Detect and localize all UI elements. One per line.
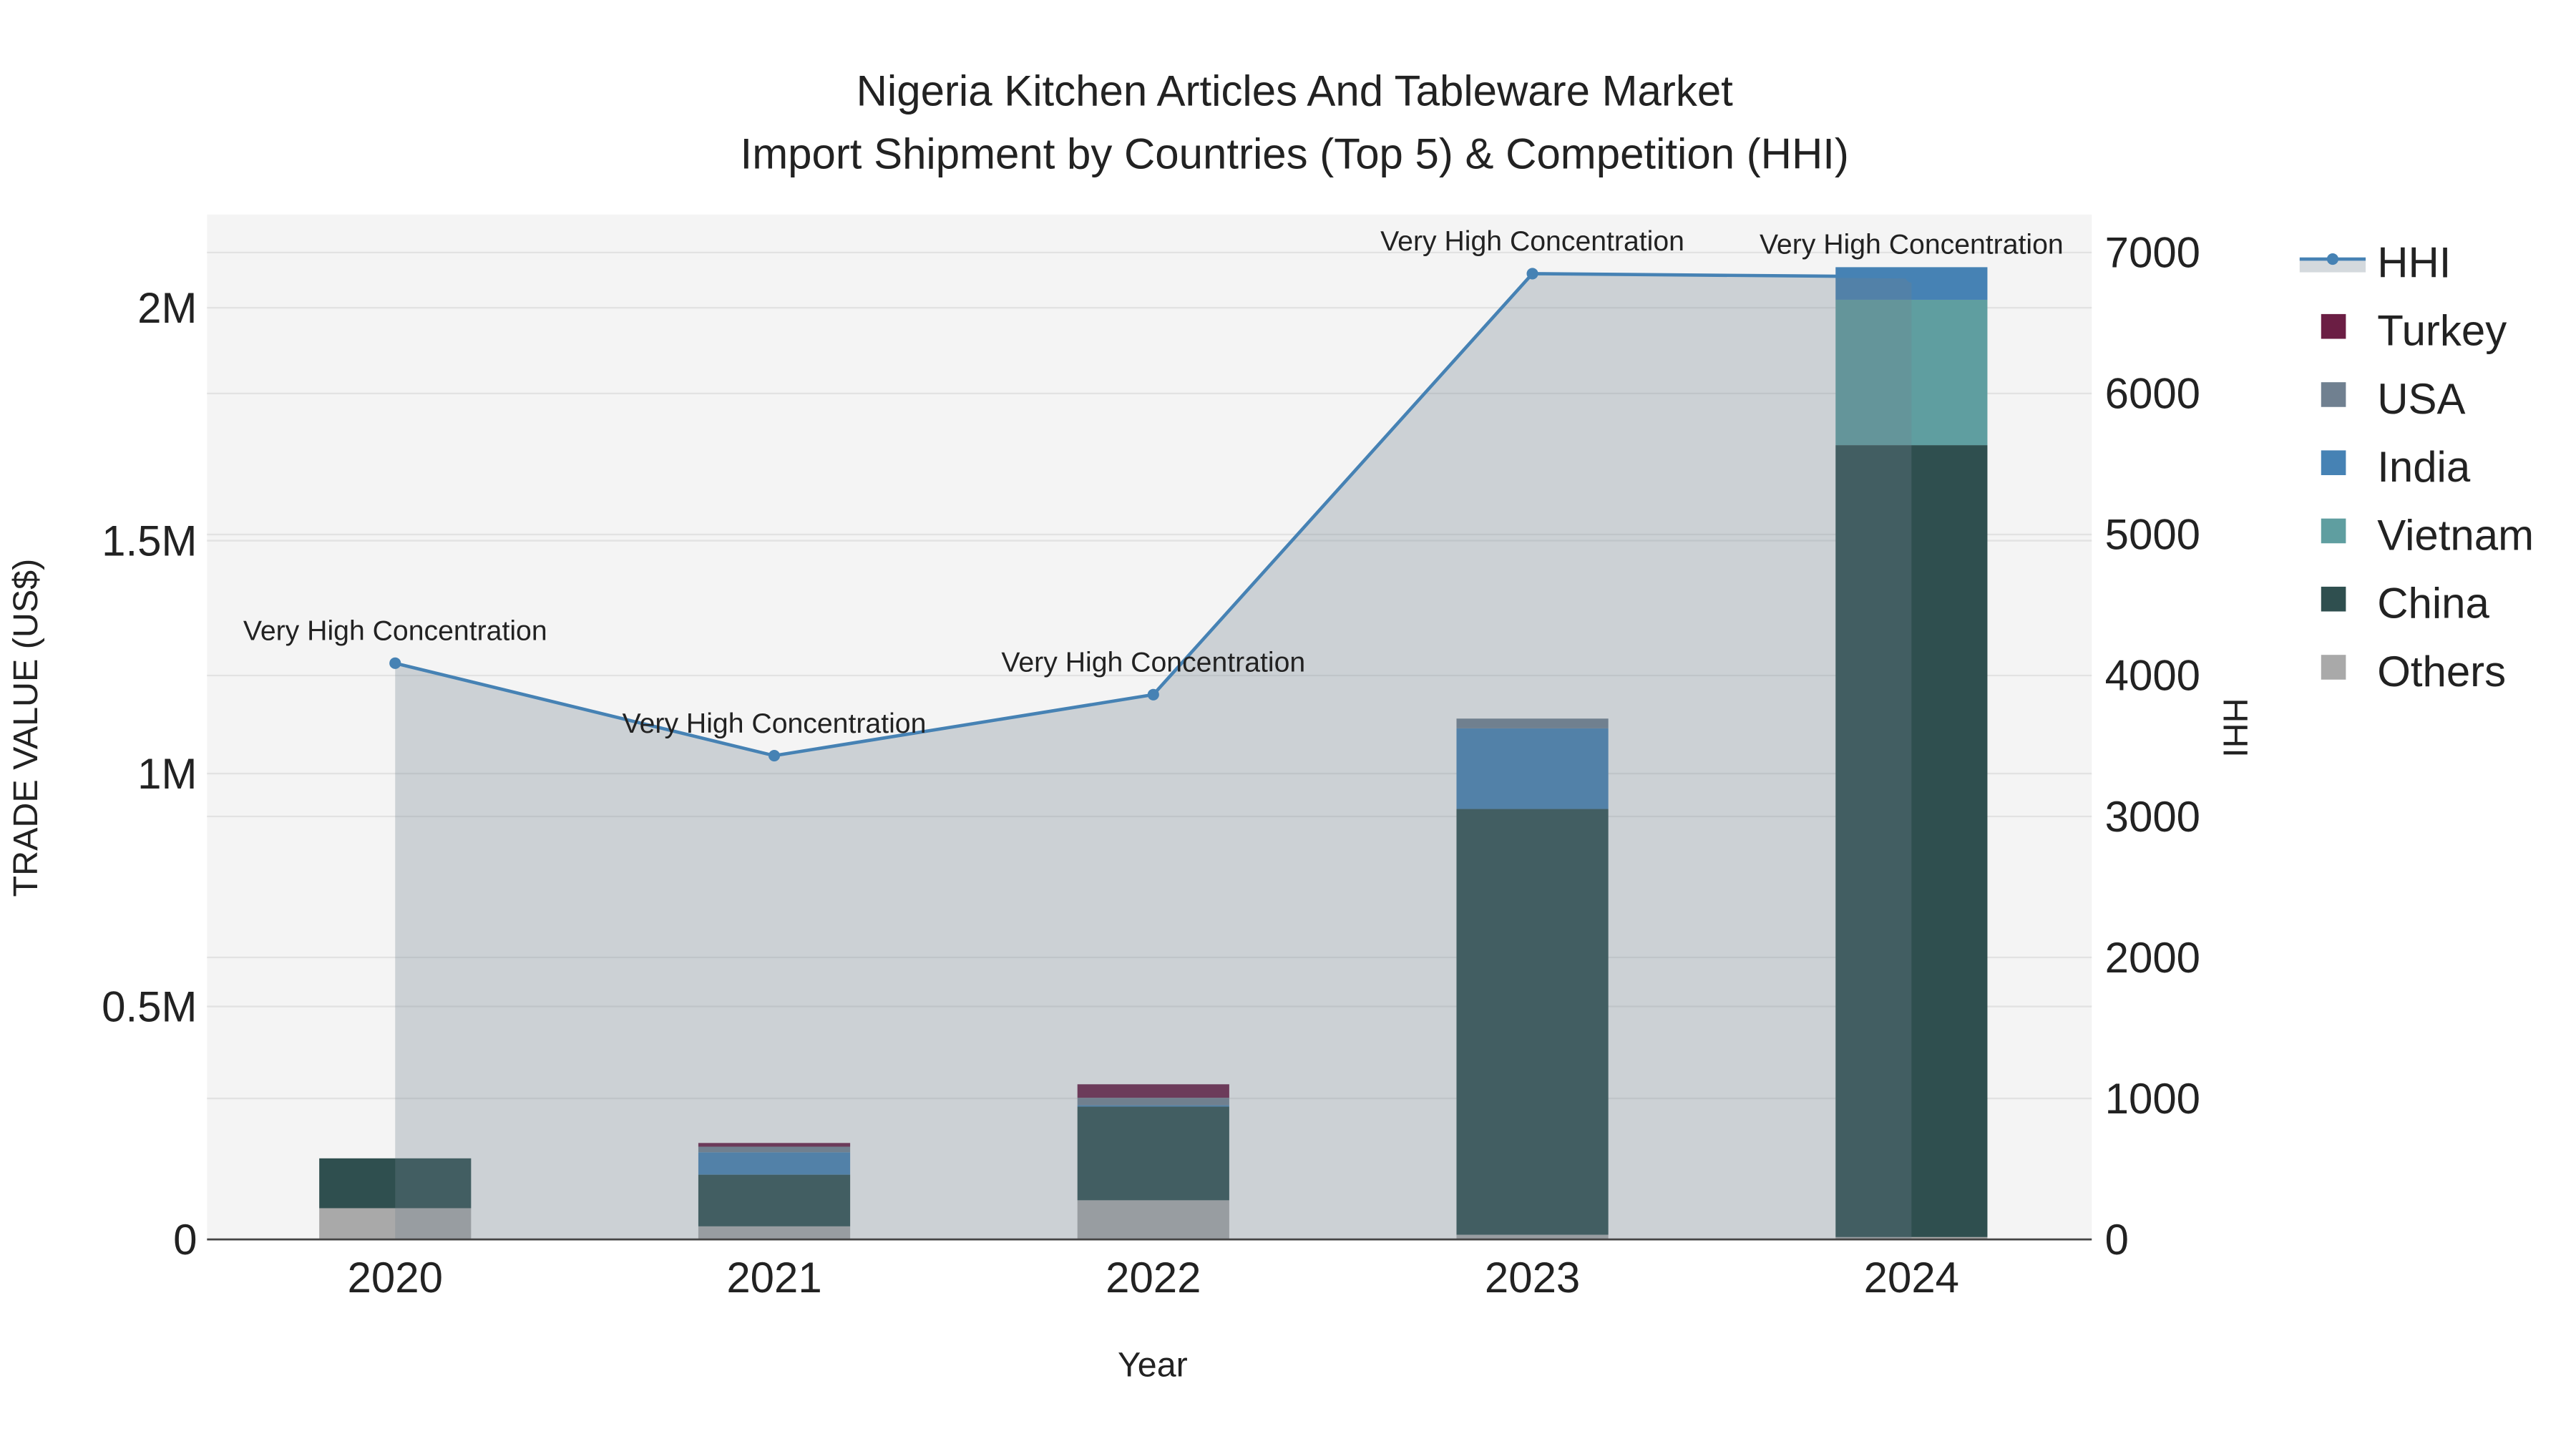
legend-swatch-others xyxy=(2321,655,2346,680)
hhi-annotation: Very High Concentration xyxy=(1001,647,1305,678)
legend-hhi-marker xyxy=(2326,253,2339,265)
y2-tick-label: 6000 xyxy=(2105,370,2200,418)
x-tick-label: 2024 xyxy=(1864,1254,1959,1302)
hhi-annotation: Very High Concentration xyxy=(623,708,927,739)
legend-item-india: India xyxy=(2321,443,2471,491)
legend-label: USA xyxy=(2377,375,2465,423)
y2-tick-label: 7000 xyxy=(2105,229,2200,277)
hhi-point-2021 xyxy=(768,750,781,762)
hhi-point-2023 xyxy=(1526,268,1538,280)
legend-label: Turkey xyxy=(2377,307,2507,355)
y2-tick-label: 3000 xyxy=(2105,793,2200,841)
y-tick-label: 2M xyxy=(137,284,197,332)
hhi-annotation: Very High Concentration xyxy=(243,616,547,647)
x-tick-label: 2022 xyxy=(1106,1254,1201,1302)
chart-title-line2: Import Shipment by Countries (Top 5) & C… xyxy=(741,130,1849,177)
legend-label: China xyxy=(2377,580,2489,628)
hhi-point-2020 xyxy=(389,657,401,669)
y2-tick-label: 4000 xyxy=(2105,652,2200,700)
y-tick-label: 1.5M xyxy=(102,517,197,565)
legend-label: Vietnam xyxy=(2377,511,2534,559)
y2-tick-label: 5000 xyxy=(2105,511,2200,559)
legend-label: Others xyxy=(2377,648,2506,696)
y-tick-label: 1M xyxy=(137,750,197,798)
hhi-annotation: Very High Concentration xyxy=(1380,226,1684,257)
y-tick-label: 0 xyxy=(173,1216,197,1264)
legend-item-vietnam: Vietnam xyxy=(2321,511,2534,559)
x-tick-label: 2021 xyxy=(726,1254,821,1302)
y-axis-label: TRADE VALUE (US$) xyxy=(6,559,45,897)
legend-swatch-india xyxy=(2321,450,2346,476)
hhi-point-2024 xyxy=(1906,270,1918,283)
hhi-point-2022 xyxy=(1147,688,1159,701)
y2-tick-label: 1000 xyxy=(2105,1075,2200,1123)
legend-item-china: China xyxy=(2321,580,2490,628)
legend-swatch-usa xyxy=(2321,382,2346,407)
legend: HHI Turkey USA India Vietnam China Others xyxy=(2299,238,2534,696)
y-tick-label: 0.5M xyxy=(102,982,197,1030)
chart: Very High Concentration Very High Concent… xyxy=(6,67,2534,1385)
hhi-annotation: Very High Concentration xyxy=(1760,230,2064,260)
legend-item-hhi: HHI xyxy=(2299,238,2451,286)
legend-swatch-turkey xyxy=(2321,313,2346,339)
y2-tick-label: 0 xyxy=(2105,1216,2129,1264)
legend-item-others: Others xyxy=(2321,648,2506,696)
legend-item-usa: USA xyxy=(2321,375,2465,423)
y2-axis-ticks: 0 1000 2000 3000 4000 5000 6000 7000 xyxy=(2105,229,2200,1264)
legend-item-turkey: Turkey xyxy=(2321,307,2507,355)
x-tick-label: 2020 xyxy=(348,1254,443,1302)
y2-tick-label: 2000 xyxy=(2105,934,2200,982)
legend-swatch-china xyxy=(2321,586,2346,612)
legend-swatch-vietnam xyxy=(2321,518,2346,544)
x-tick-label: 2023 xyxy=(1485,1254,1580,1302)
legend-label: India xyxy=(2377,443,2471,491)
chart-title-line1: Nigeria Kitchen Articles And Tableware M… xyxy=(857,67,1734,115)
x-axis-label: Year xyxy=(1118,1346,1188,1385)
y2-axis-label: HHI xyxy=(2216,698,2255,757)
y-axis-ticks: 0 0.5M 1M 1.5M 2M xyxy=(102,284,197,1264)
legend-label: HHI xyxy=(2377,238,2451,286)
x-axis-ticks: 2020 2021 2022 2023 2024 xyxy=(348,1254,1959,1302)
